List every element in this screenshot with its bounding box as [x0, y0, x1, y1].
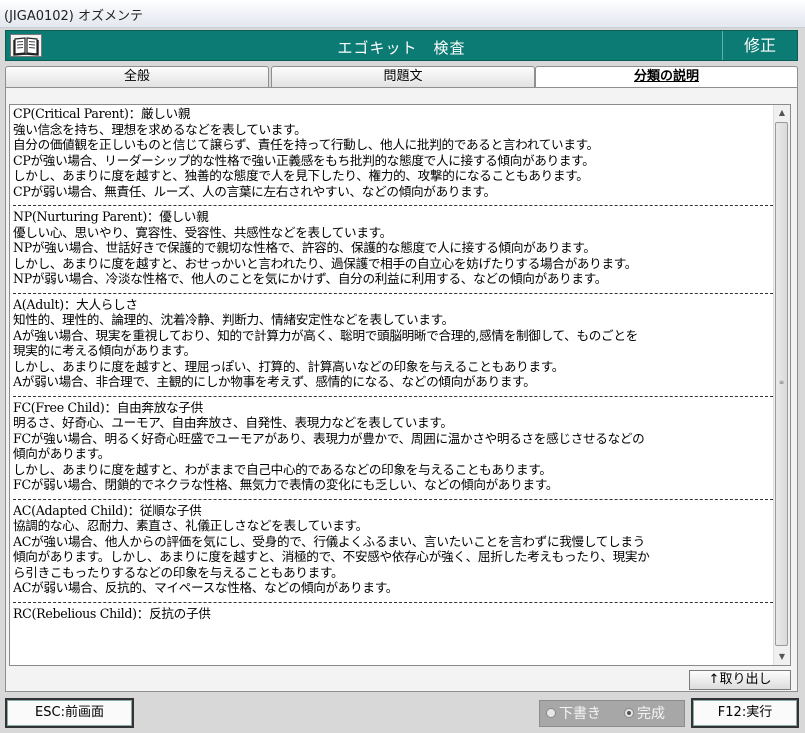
section-cp: CP(Critical Parent)：厳しい親 強い信念を持ち、理想を求めるな…	[13, 106, 771, 202]
section-line: 傾向があります。	[13, 446, 111, 461]
section-line: しかし、あまりに度を越すと、独善的な態度で人を見下したり、権力的、攻撃的になるこ…	[13, 168, 589, 183]
radio-icon	[546, 708, 556, 718]
section-divider	[13, 395, 773, 397]
explanation-textarea[interactable]: CP(Critical Parent)：厳しい親 強い信念を持ち、理想を求めるな…	[9, 104, 791, 666]
section-heading: FC(Free Child)：自由奔放な子供	[13, 399, 203, 415]
section-line: ACが弱い場合、反抗的、マイペースな性格、などの傾向があります。	[13, 580, 399, 595]
section-line: Aが弱い場合、非合理で、主観的にしか物事を考えず、感情的になる、などの傾向があり…	[13, 374, 536, 389]
section-divider	[13, 292, 773, 294]
tab-general[interactable]: 全般	[5, 66, 269, 87]
section-line: 知性的、理性的、論理的、沈着冷静、判断力、情緒安定性などを表しています。	[13, 312, 454, 327]
section-line: しかし、あまりに度を越すと、理屈っぽい、打算的、計算高いなどの印象を与えることも…	[13, 358, 565, 374]
f12-execute-button[interactable]: F12:実行	[691, 698, 799, 728]
section-divider	[13, 498, 773, 500]
section-line: CPが強い場合、リーダーシップ的な性格で強い正義感をもち批判的な態度で人に接する…	[13, 152, 595, 168]
section-line: 現実的に考える傾向があります。	[13, 343, 196, 358]
section-line: FCが弱い場合、閉鎖的でネクラな性格、無気力で表情の変化にも乏しい、などの傾向が…	[13, 477, 559, 492]
grip-icon: ≡	[779, 379, 785, 386]
section-line: 優しい心、思いやり、寛容性、受容性、共感性などを表しています。	[13, 224, 392, 240]
section-divider	[13, 205, 773, 206]
vertical-scrollbar[interactable]: ▲ ≡ ▼	[773, 105, 790, 665]
section-heading: AC(Adapted Child)：従順な子供	[13, 502, 202, 518]
section-line: CPが弱い場合、無責任、ルーズ、人の言葉に左右されやすい、などの傾向があります。	[13, 183, 496, 199]
screen-title: エゴキット 検査	[337, 39, 466, 57]
section-np: NP(Nurturing Parent)：優しい親 優しい心、思いやり、寛容性、…	[13, 209, 771, 290]
section-line: 明るさ、好奇心、ユーモア、自由奔放さ、自発性、表現力などを表しています。	[13, 415, 453, 430]
extract-button[interactable]: ↑取り出し	[689, 670, 791, 690]
explanation-text: CP(Critical Parent)：厳しい親 強い信念を持ち、理想を求めるな…	[13, 106, 773, 625]
complete-radio-option[interactable]: 完成	[624, 704, 665, 724]
section-heading: CP(Critical Parent)：厳しい親	[13, 106, 191, 121]
section-line: NPが強い場合、世話好きで保護的で親切な性格で、許容的、保護的な態度で人に接する…	[13, 240, 596, 255]
bottom-bar: ESC:前画面 下書き 完成 F12:実行	[0, 695, 805, 733]
draft-radio-option[interactable]: 下書き	[546, 704, 601, 724]
section-line: 協調的な心、忍耐力、素直さ、礼儀正しさなどを表しています。	[13, 518, 368, 533]
section-line: ら引きこもったりするなどの印象を与えることもあります。	[13, 564, 344, 580]
section-heading: NP(Nurturing Parent)：優しい親	[13, 209, 209, 224]
window-titlebar: (JIGA0102) オズメンテ	[0, 0, 805, 28]
section-line: 自分の価値観を正しいものと信じて譲らず、責任を持って行動し、他人に批判的であると…	[13, 137, 599, 152]
tab-classification-explanation[interactable]: 分類の説明	[535, 66, 798, 88]
section-line: 傾向があります。しかし、あまりに度を越すと、消極的で、不安感や依存心が強く、屈折…	[13, 549, 650, 564]
section-line: しかし、あまりに度を越すと、わがままで自己中心的であるなどの印象を与えることもあ…	[13, 461, 552, 477]
section-line: ACが強い場合、他人からの評価を気にし、受身的で、行儀よくふるまい、言いたいこと…	[13, 533, 645, 549]
section-heading: RC(Rebelious Child)：反抗の子供	[13, 605, 211, 621]
tab-bar: 全般 問題文 分類の説明	[5, 66, 798, 88]
section-heading: A(Adult)：大人らしさ	[13, 296, 138, 312]
section-line: Aが強い場合、現実を重視しており、知的で計算力が高く、聡明で頭脳明晰で合理的,感…	[13, 327, 638, 343]
screen-header: エゴキット 検査 修正	[5, 30, 798, 61]
scroll-thumb[interactable]: ≡	[775, 122, 788, 646]
window-title: (JIGA0102) オズメンテ	[4, 9, 143, 24]
section-a: A(Adult)：大人らしさ 知性的、理性的、論理的、沈着冷静、判断力、情緒安定…	[13, 297, 771, 393]
status-radio-group: 下書き 完成	[539, 700, 685, 727]
mode-label: 修正	[722, 31, 797, 60]
scroll-down-arrow-icon[interactable]: ▼	[774, 649, 790, 665]
section-fc: FC(Free Child)：自由奔放な子供 明るさ、好奇心、ユーモア、自由奔放…	[13, 400, 771, 496]
esc-back-button[interactable]: ESC:前画面	[5, 698, 134, 728]
section-line: NPが弱い場合、冷淡な性格で、他人のことを気にかけず、自分の利益に利用する、など…	[13, 271, 608, 286]
section-ac: AC(Adapted Child)：従順な子供 協調的な心、忍耐力、素直さ、礼儀…	[13, 503, 771, 599]
section-line: しかし、あまりに度を越すと、おせっかいと言われたり、過保護で相手の自立心を妨げた…	[13, 255, 638, 271]
section-divider	[13, 601, 773, 603]
section-rc: RC(Rebelious Child)：反抗の子供	[13, 606, 771, 625]
section-line: 強い信念を持ち、理想を求めるなどを表しています。	[13, 121, 307, 137]
complete-label: 完成	[637, 706, 665, 722]
scroll-up-arrow-icon[interactable]: ▲	[774, 105, 790, 121]
draft-label: 下書き	[559, 706, 601, 722]
tab-question-text[interactable]: 問題文	[271, 66, 535, 87]
section-line: FCが強い場合、明るく好奇心旺盛でユーモアがあり、表現力が豊かで、周囲に温かさや…	[13, 430, 645, 446]
radio-selected-icon	[624, 708, 634, 718]
